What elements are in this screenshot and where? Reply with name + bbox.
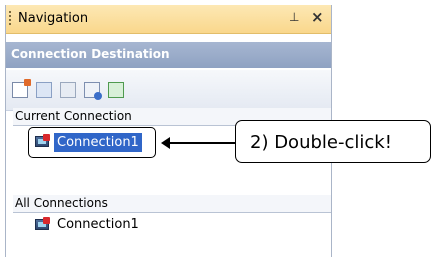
all-connections-label: All Connections bbox=[15, 196, 108, 210]
new-connection-icon[interactable] bbox=[12, 79, 31, 98]
panel-titlebar[interactable]: Navigation ⊥ × bbox=[6, 5, 331, 34]
all-connections-section: All Connections bbox=[13, 195, 331, 213]
close-icon[interactable]: × bbox=[311, 8, 324, 26]
refresh-icon[interactable] bbox=[108, 82, 124, 98]
toolbar bbox=[6, 70, 331, 111]
all-connections-item[interactable]: Connection1 bbox=[34, 216, 170, 236]
properties-icon[interactable] bbox=[84, 82, 102, 100]
callout-box: 2) Double-click! bbox=[235, 120, 431, 163]
all-connections-item-label[interactable]: Connection1 bbox=[57, 217, 139, 232]
drag-grip-icon[interactable] bbox=[9, 11, 11, 27]
callout-text: 2) Double-click! bbox=[250, 132, 392, 153]
callout-arrow-line bbox=[167, 142, 235, 144]
pin-icon[interactable]: ⊥ bbox=[289, 10, 299, 24]
panel-title: Navigation bbox=[18, 11, 89, 26]
callout-arrow-head-icon bbox=[161, 137, 170, 149]
connection-icon bbox=[34, 217, 51, 233]
header-label: Connection Destination bbox=[11, 47, 170, 61]
current-connection-label: Current Connection bbox=[15, 109, 132, 123]
paste-icon[interactable] bbox=[60, 82, 76, 98]
connection-destination-header: Connection Destination bbox=[6, 42, 331, 68]
highlight-box bbox=[28, 127, 156, 158]
copy-icon[interactable] bbox=[36, 82, 52, 98]
